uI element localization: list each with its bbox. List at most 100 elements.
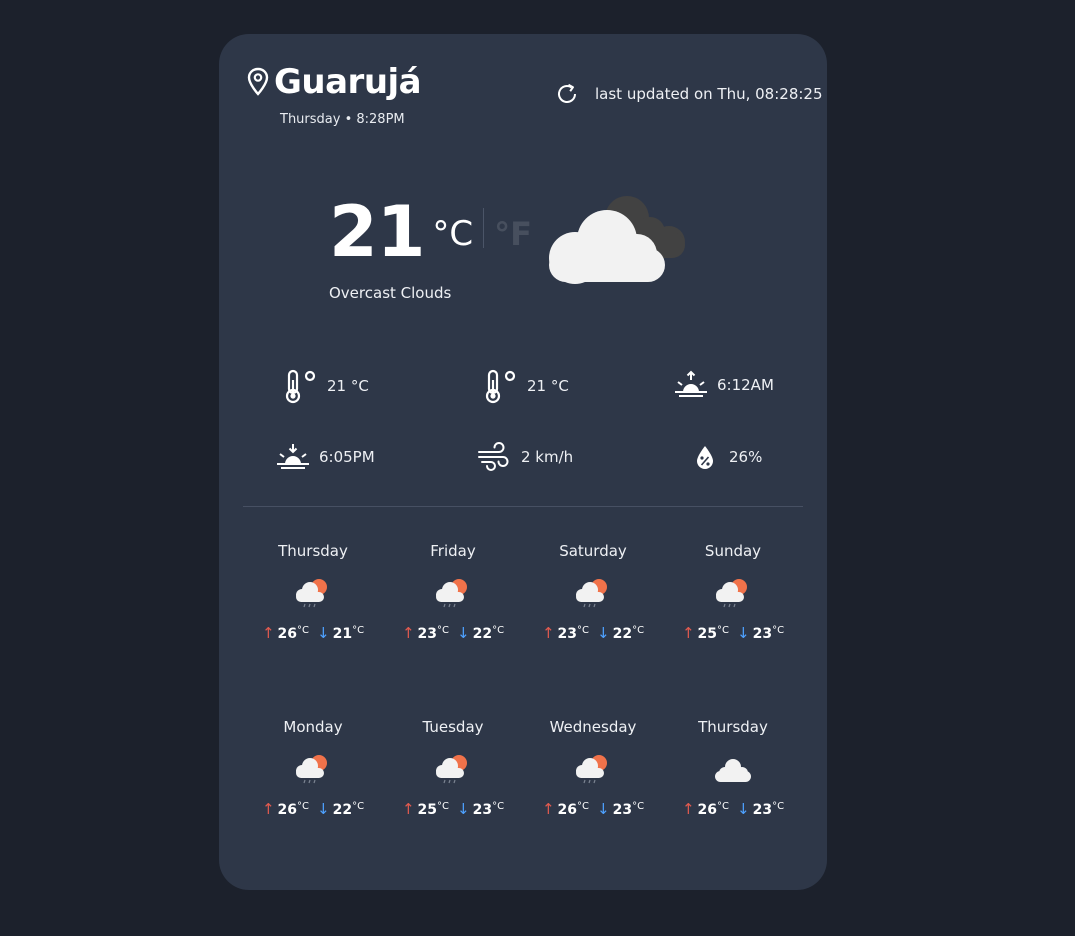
forecast-high: 26 bbox=[277, 802, 298, 818]
forecast-low: 23 bbox=[612, 802, 633, 818]
forecast-day-name: Saturday bbox=[559, 542, 627, 560]
city-name: Guarujá bbox=[274, 62, 422, 102]
forecast-day-name: Monday bbox=[283, 718, 343, 736]
forecast-high: 26 bbox=[277, 626, 298, 642]
arrow-down-icon: ↓ bbox=[737, 800, 750, 818]
temperature-value: 21 bbox=[329, 191, 425, 273]
rain-sun-icon bbox=[576, 579, 607, 608]
arrow-up-icon: ↑ bbox=[681, 624, 695, 642]
rain-sun-icon bbox=[436, 579, 467, 608]
arrow-up-icon: ↑ bbox=[401, 800, 415, 818]
arrow-down-icon: ↓ bbox=[597, 624, 610, 642]
local-datetime: Thursday • 8:28PM bbox=[280, 112, 405, 127]
forecast-temps: ↑ 23 °C ↓ 22 °C bbox=[383, 624, 523, 642]
forecast-low-unit: °C bbox=[352, 801, 365, 812]
sunrise-icon bbox=[675, 370, 707, 397]
arrow-down-icon: ↓ bbox=[317, 800, 330, 818]
stat-sunset: 6:05PM bbox=[277, 442, 375, 472]
humidity-drop-icon bbox=[697, 446, 713, 469]
section-divider bbox=[243, 506, 803, 507]
unit-divider bbox=[483, 208, 485, 248]
location-pin-icon bbox=[247, 67, 269, 96]
forecast-temps: ↑ 26 °C ↓ 23 °C bbox=[523, 800, 663, 818]
forecast-low: 23 bbox=[752, 626, 773, 642]
weather-card: Guarujá Thursday • 8:28PM last updated o… bbox=[219, 34, 827, 890]
forecast-day: Wednesday ↑ 26 °C ↓ 23 °C bbox=[523, 718, 663, 818]
forecast-high-unit: °C bbox=[717, 625, 729, 636]
forecast-high: 26 bbox=[557, 802, 578, 818]
forecast-low-unit: °C bbox=[632, 801, 645, 812]
rain-sun-icon bbox=[436, 755, 467, 784]
last-updated: last updated on Thu, 08:28:25 bbox=[555, 82, 823, 106]
stat-humidity-value: 26% bbox=[729, 448, 763, 466]
arrow-up-icon: ↑ bbox=[681, 800, 695, 818]
rain-sun-icon bbox=[576, 755, 607, 784]
forecast-low-unit: °C bbox=[492, 625, 505, 636]
fahrenheit-toggle[interactable]: °F bbox=[494, 215, 532, 253]
forecast-high-unit: °C bbox=[437, 801, 449, 812]
forecast-high: 25 bbox=[697, 626, 718, 642]
stat-sunrise: 6:12AM bbox=[675, 370, 774, 400]
forecast-day: Friday ↑ 23 °C ↓ 22 °C bbox=[383, 542, 523, 642]
forecast-high: 23 bbox=[417, 626, 438, 642]
forecast-low: 22 bbox=[472, 626, 493, 642]
arrow-up-icon: ↑ bbox=[541, 624, 555, 642]
forecast-high-unit: °C bbox=[297, 625, 309, 636]
forecast-day: Monday ↑ 26 °C ↓ 22 °C bbox=[243, 718, 383, 818]
arrow-up-icon: ↑ bbox=[261, 624, 275, 642]
forecast-high-unit: °C bbox=[437, 625, 449, 636]
forecast-low-unit: °C bbox=[492, 801, 505, 812]
refresh-icon[interactable] bbox=[555, 82, 579, 106]
forecast-day-name: Wednesday bbox=[549, 718, 637, 736]
forecast-temps: ↑ 25 °C ↓ 23 °C bbox=[663, 624, 803, 642]
forecast-low-unit: °C bbox=[352, 625, 365, 636]
arrow-down-icon: ↓ bbox=[597, 800, 610, 818]
forecast-high-unit: °C bbox=[577, 625, 589, 636]
forecast-temps: ↑ 26 °C ↓ 23 °C bbox=[663, 800, 803, 818]
forecast-high-unit: °C bbox=[297, 801, 309, 812]
rain-sun-icon bbox=[296, 579, 327, 608]
forecast-low-unit: °C bbox=[772, 801, 785, 812]
stat-feels-like-value: 21 °C bbox=[527, 377, 569, 395]
forecast-day-name: Friday bbox=[430, 542, 476, 560]
arrow-down-icon: ↓ bbox=[457, 624, 470, 642]
stat-temp-value: 21 °C bbox=[327, 377, 369, 395]
stat-sunset-value: 6:05PM bbox=[319, 448, 375, 466]
forecast-high: 23 bbox=[557, 626, 578, 642]
current-temperature: 21 °C °F bbox=[329, 194, 532, 270]
forecast-temps: ↑ 26 °C ↓ 22 °C bbox=[243, 800, 383, 818]
celsius-toggle[interactable]: °C bbox=[432, 214, 473, 254]
forecast-temps: ↑ 25 °C ↓ 23 °C bbox=[383, 800, 523, 818]
sunset-icon bbox=[277, 444, 309, 469]
last-updated-text: last updated on Thu, 08:28:25 bbox=[595, 85, 823, 103]
forecast-high-unit: °C bbox=[717, 801, 729, 812]
arrow-down-icon: ↓ bbox=[317, 624, 330, 642]
arrow-down-icon: ↓ bbox=[737, 624, 750, 642]
stat-humidity: 26% bbox=[695, 444, 762, 470]
forecast-day-name: Thursday bbox=[278, 542, 348, 560]
forecast-day: Thursday ↑ 26 °C ↓ 23 °C bbox=[663, 718, 803, 818]
forecast-low: 22 bbox=[612, 626, 633, 642]
arrow-up-icon: ↑ bbox=[261, 800, 275, 818]
stat-feels-like: 21 °C bbox=[483, 368, 569, 404]
forecast-low: 22 bbox=[332, 802, 353, 818]
forecast-high: 25 bbox=[417, 802, 438, 818]
stat-sunrise-value: 6:12AM bbox=[717, 376, 774, 394]
forecast-low-unit: °C bbox=[632, 625, 645, 636]
forecast-low: 23 bbox=[472, 802, 493, 818]
forecast-low: 21 bbox=[332, 626, 353, 642]
arrow-up-icon: ↑ bbox=[541, 800, 555, 818]
forecast-low: 23 bbox=[752, 802, 773, 818]
forecast-high: 26 bbox=[697, 802, 718, 818]
forecast-high-unit: °C bbox=[577, 801, 589, 812]
location-header: Guarujá bbox=[247, 62, 422, 102]
weather-condition: Overcast Clouds bbox=[329, 284, 452, 302]
forecast-day-name: Sunday bbox=[704, 542, 762, 560]
thermometer-icon bbox=[485, 369, 516, 404]
wind-icon bbox=[478, 442, 509, 471]
forecast-day: Sunday ↑ 25 °C ↓ 23 °C bbox=[663, 542, 803, 642]
rain-sun-icon bbox=[296, 755, 327, 784]
forecast-day-name: Tuesday bbox=[422, 718, 484, 736]
forecast-day-name: Thursday bbox=[698, 718, 768, 736]
forecast-day: Thursday ↑ 26 °C ↓ 21 °C bbox=[243, 542, 383, 642]
